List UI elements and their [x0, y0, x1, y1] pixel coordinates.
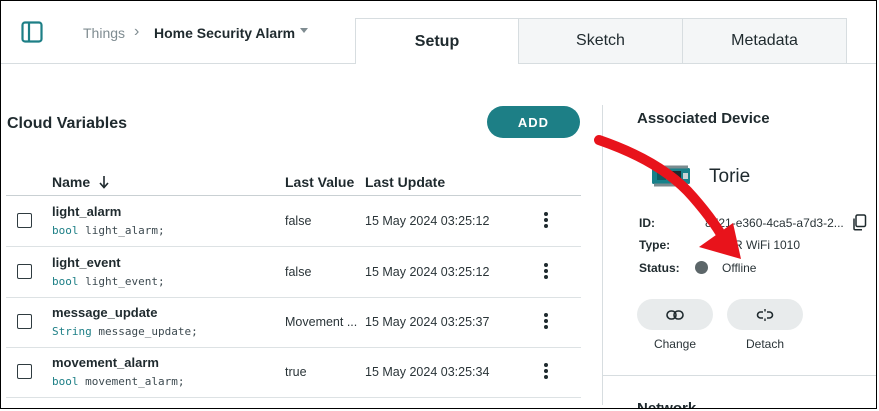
variable-last-update: 15 May 2024 03:25:12	[365, 265, 490, 279]
device-type-label: Type:	[639, 238, 671, 252]
sidebar-toggle-icon[interactable]	[21, 21, 43, 43]
copy-icon[interactable]	[851, 214, 867, 231]
panel-divider	[602, 105, 603, 405]
row-checkbox[interactable]	[17, 264, 32, 279]
variable-name[interactable]: message_update	[52, 305, 158, 320]
associated-device-title: Associated Device	[637, 110, 770, 127]
breadcrumb-things[interactable]: Things	[83, 25, 125, 41]
unlink-icon	[756, 308, 774, 321]
variable-last-update: 15 May 2024 03:25:37	[365, 315, 490, 329]
more-options-icon[interactable]	[542, 212, 550, 230]
section-divider	[603, 375, 876, 376]
table-row: light_event bool light_event; false 15 M…	[6, 247, 581, 298]
tab-sketch[interactable]: Sketch	[518, 18, 683, 63]
breadcrumb-current-thing[interactable]: Home Security Alarm	[154, 25, 295, 41]
link-icon	[666, 309, 684, 320]
device-id-label: ID:	[639, 216, 655, 230]
add-variable-button[interactable]: ADD	[487, 106, 580, 138]
more-options-icon[interactable]	[542, 263, 550, 281]
chevron-down-icon[interactable]	[300, 28, 308, 33]
table-row: movement_alarm bool movement_alarm; true…	[6, 347, 581, 398]
table-row: light_alarm bool light_alarm; false 15 M…	[6, 196, 581, 247]
change-device-label[interactable]: Change	[637, 337, 713, 351]
more-options-icon[interactable]	[542, 313, 550, 331]
detach-device-label[interactable]: Detach	[727, 337, 803, 351]
more-options-icon[interactable]	[542, 363, 550, 381]
status-indicator-icon	[695, 261, 708, 274]
variable-type: bool	[52, 224, 79, 237]
variable-type: String	[52, 325, 92, 338]
tab-metadata[interactable]: Metadata	[682, 18, 847, 63]
app-frame: Things › Home Security Alarm Setup Sketc…	[0, 0, 877, 409]
column-header-name[interactable]: Name	[52, 174, 90, 190]
variable-type: bool	[52, 375, 79, 388]
variable-name[interactable]: light_alarm	[52, 204, 121, 219]
variable-last-update: 15 May 2024 03:25:34	[365, 365, 490, 379]
column-header-last-update: Last Update	[365, 174, 446, 190]
variable-declaration: bool light_event;	[52, 275, 165, 288]
variable-declaration-name: message_update;	[98, 325, 198, 338]
cloud-variables-title: Cloud Variables	[7, 115, 128, 132]
device-status-label: Status:	[639, 261, 680, 275]
variable-name[interactable]: light_event	[52, 255, 121, 270]
variable-declaration: bool movement_alarm;	[52, 375, 184, 388]
variable-last-update: 15 May 2024 03:25:12	[365, 214, 490, 228]
device-status-value: Offline	[722, 261, 757, 275]
detach-device-button[interactable]	[727, 299, 803, 330]
variable-declaration-name: light_event;	[85, 275, 165, 288]
sort-descending-icon[interactable]	[98, 175, 110, 189]
table-row: message_update String message_update; Mo…	[6, 297, 581, 348]
variable-declaration: String message_update;	[52, 325, 198, 338]
change-device-button[interactable]	[637, 299, 713, 330]
network-section-title: Network	[637, 400, 697, 409]
variable-last-value: true	[285, 365, 307, 379]
row-checkbox[interactable]	[17, 314, 32, 329]
device-type-value: o MKR WiFi 1010	[706, 238, 801, 252]
variable-name[interactable]: movement_alarm	[52, 355, 159, 370]
variable-last-value: false	[285, 265, 312, 279]
variable-declaration-name: movement_alarm;	[85, 375, 185, 388]
top-bar: Things › Home Security Alarm Setup Sketc…	[1, 1, 876, 64]
variable-type: bool	[52, 275, 79, 288]
device-id-value: 8721-e360-4ca5-a7d3-2...	[705, 216, 844, 230]
tab-setup[interactable]: Setup	[355, 18, 519, 64]
row-checkbox[interactable]	[17, 364, 32, 379]
variable-declaration: bool light_alarm;	[52, 224, 165, 237]
variable-declaration-name: light_alarm;	[85, 224, 165, 237]
row-checkbox[interactable]	[17, 213, 32, 228]
device-name: Torie	[709, 166, 751, 187]
breadcrumb-separator: ›	[134, 23, 140, 40]
variable-last-value: Movement ...	[285, 315, 358, 329]
variable-last-value: false	[285, 214, 312, 228]
board-icon	[652, 165, 690, 187]
column-header-last-value: Last Value	[285, 174, 355, 190]
